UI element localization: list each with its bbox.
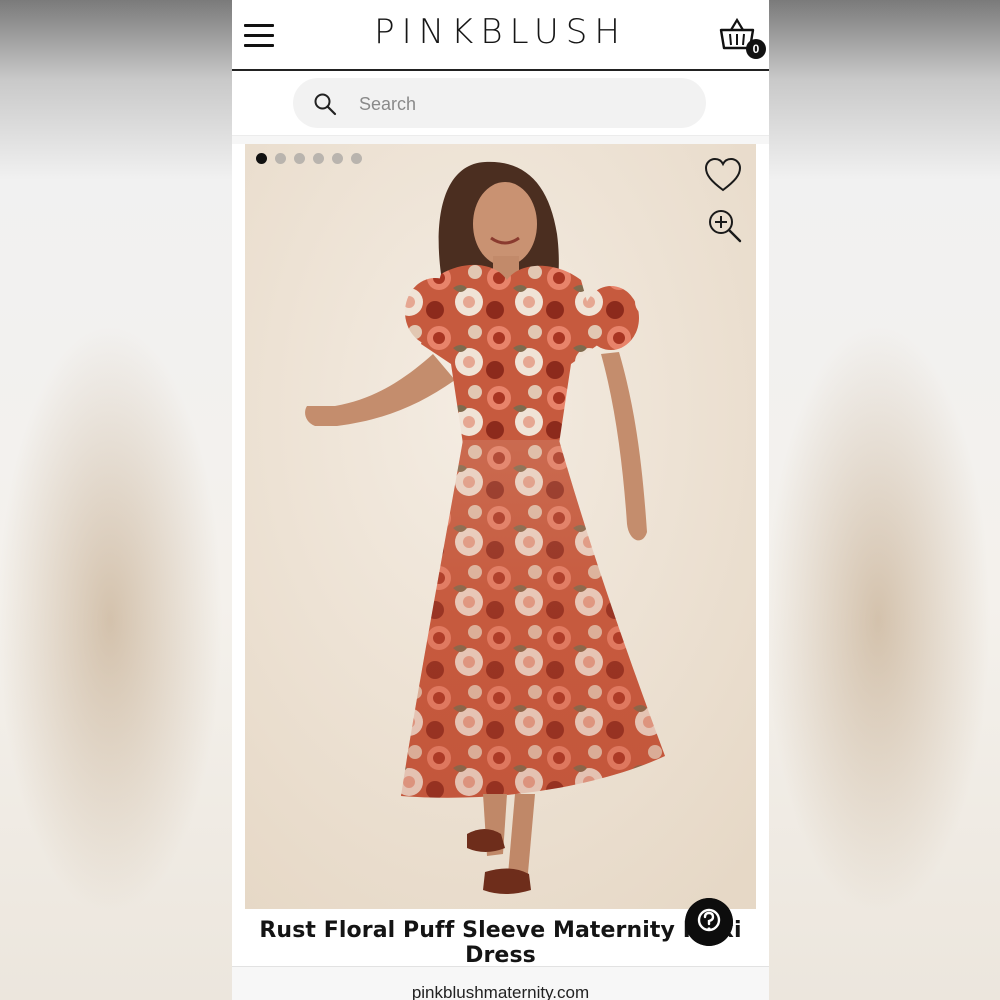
cart-count-badge: 0	[746, 39, 766, 59]
search-input[interactable]	[357, 91, 681, 117]
site-header: PINKBLUSH 0	[232, 0, 769, 71]
blurred-background-left	[0, 0, 232, 1000]
phone-screen: PINKBLUSH 0 Search Rust Floral Puff Slee…	[232, 0, 769, 1000]
heart-outline-icon[interactable]	[703, 156, 743, 196]
gallery-dot[interactable]	[351, 153, 362, 164]
search-icon[interactable]	[313, 92, 337, 116]
search-bar-row	[232, 71, 769, 136]
gallery-dot[interactable]	[332, 153, 343, 164]
zoom-in-icon[interactable]	[707, 208, 743, 244]
site-logo[interactable]: PINKBLUSH	[232, 12, 769, 52]
question-mark-icon[interactable]	[685, 898, 733, 946]
gallery-pagination-dots	[256, 153, 362, 164]
gallery-dot[interactable]	[256, 153, 267, 164]
browser-address-bar[interactable]: pinkblushmaternity.com	[232, 966, 769, 1000]
search-box[interactable]	[293, 78, 706, 128]
browser-domain-label: pinkblushmaternity.com	[411, 983, 590, 1000]
product-photo[interactable]	[245, 144, 756, 909]
blurred-background-right	[768, 0, 1000, 1000]
product-image-gallery[interactable]	[245, 144, 756, 909]
gallery-dot[interactable]	[294, 153, 305, 164]
gallery-dot[interactable]	[275, 153, 286, 164]
divider	[232, 136, 769, 144]
gallery-dot[interactable]	[313, 153, 324, 164]
